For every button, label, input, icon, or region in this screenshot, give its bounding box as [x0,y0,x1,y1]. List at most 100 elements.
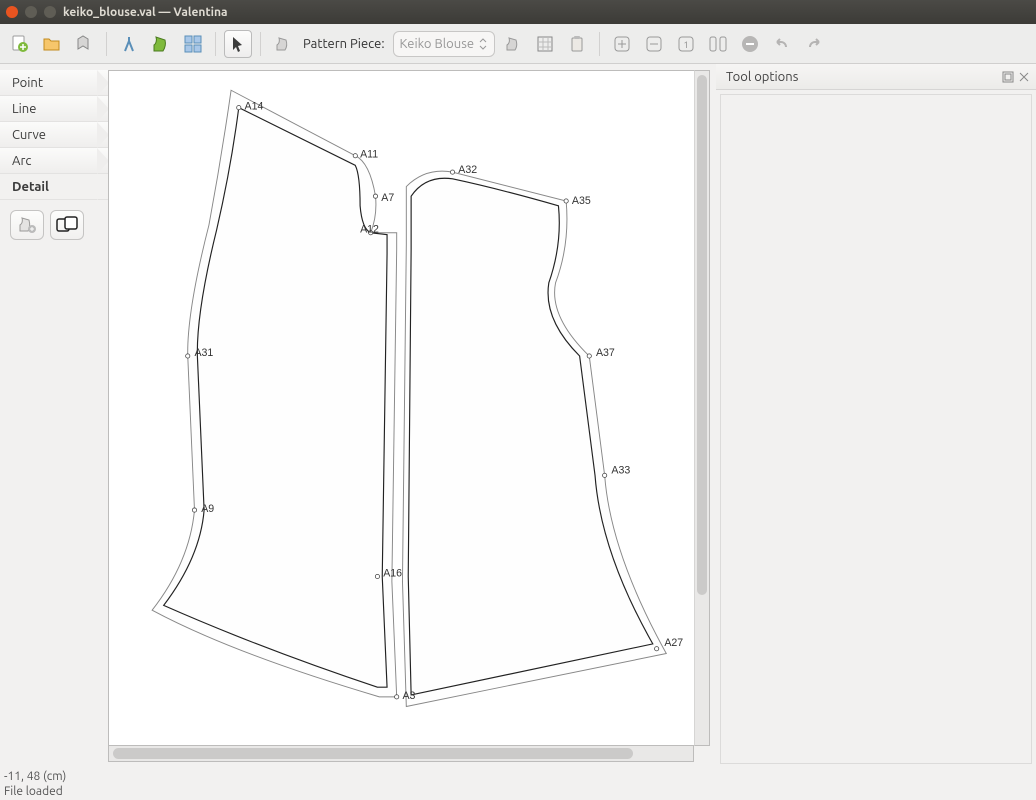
spinner-arrows-icon [478,38,488,50]
layout-grid-icon [183,34,203,54]
detail-tools [0,200,108,240]
pattern-piece-value: Keiko Blouse [400,37,474,51]
horizontal-scroll-thumb[interactable] [113,748,633,759]
pattern-point-a35[interactable] [564,199,568,203]
draw-mode-button[interactable] [115,30,143,58]
drawing-canvas[interactable]: A14A11A7A12A31A9A16A3A32A35A37A33A27 [108,70,694,746]
zoom-original-button[interactable]: 1 [672,30,700,58]
status-coords: -11, 48 (cm) [4,769,1036,784]
toolbar-separator [260,32,261,56]
pattern-point-label-a32: A32 [458,164,477,176]
tool-options-header: Tool options [716,64,1036,90]
pattern-point-a16[interactable] [375,574,379,578]
pattern-point-a32[interactable] [450,170,454,174]
toolbar-separator [599,32,600,56]
minus-box-icon [646,36,662,52]
redo-icon [805,35,823,53]
pattern-point-label-a7: A7 [381,192,394,204]
clipboard-button[interactable] [563,30,591,58]
detail-mode-button[interactable] [147,30,175,58]
undo-button[interactable] [768,30,796,58]
pattern-point-label-a3: A3 [402,690,415,702]
pattern-point-a14[interactable] [237,105,241,109]
titlebar: keiko_blouse.val — Valentina [0,0,1036,24]
union-icon [56,216,78,234]
piece-add-icon [274,35,292,53]
save-icon [74,34,94,54]
pattern-point-a31[interactable] [186,354,190,358]
clipboard-icon [568,35,586,53]
pattern-point-label-a31: A31 [194,347,213,359]
cursor-icon [229,35,247,53]
union-tool[interactable] [50,210,84,240]
pattern-point-label-a35: A35 [572,195,591,207]
status-message: File loaded [4,784,1036,799]
seam-allowance-tool[interactable] [10,210,44,240]
sidebar-tab-point[interactable]: Point [0,70,108,96]
zoom-fit-button[interactable] [704,30,732,58]
save-file-button[interactable] [70,30,98,58]
window-close-button[interactable] [6,6,18,18]
sidebar-tab-detail[interactable]: Detail [0,174,108,200]
vertical-scrollbar[interactable] [694,70,710,746]
window-maximize-button[interactable] [44,6,56,18]
pattern-point-label-a14: A14 [245,101,264,113]
pointer-tool-button[interactable] [224,30,252,58]
pattern-point-label-a33: A33 [611,464,630,476]
horizontal-scrollbar[interactable] [108,746,694,762]
config-piece-button[interactable] [499,30,527,58]
open-file-button[interactable] [38,30,66,58]
svg-text:1: 1 [683,40,688,50]
canvas-wrap: A14A11A7A12A31A9A16A3A32A35A37A33A27 [108,64,716,768]
table-icon [536,35,554,53]
sidebar-tab-line[interactable]: Line [0,96,108,122]
pattern-point-label-a16: A16 [383,568,402,580]
sidebar-tab-arc[interactable]: Arc [0,148,108,174]
zoom-in-button[interactable] [608,30,636,58]
pattern-piece-label: Pattern Piece: [303,37,385,51]
zoom-out-button[interactable] [640,30,668,58]
one-box-icon: 1 [678,36,694,52]
sidebar-tab-curve[interactable]: Curve [0,122,108,148]
piece-gear-icon [504,35,522,53]
table-button[interactable] [531,30,559,58]
pattern-piece-icon [151,34,171,54]
pattern-point-a33[interactable] [603,473,607,477]
plus-box-icon [614,36,630,52]
tool-sidebar: PointLineCurveArcDetail [0,64,108,768]
status-bar: -11, 48 (cm) File loaded [0,768,1036,800]
tool-options-body [720,94,1032,764]
pattern-point-label-a37: A37 [596,347,615,359]
main-area: PointLineCurveArcDetail [0,64,1036,768]
tool-options-panel: Tool options [716,64,1036,768]
fit-icon [709,36,727,52]
window-title: keiko_blouse.val — Valentina [63,6,227,19]
folder-open-icon [42,34,62,54]
pattern-point-a27[interactable] [655,647,659,651]
tool-options-title: Tool options [726,70,798,84]
vertical-scroll-thumb[interactable] [697,75,707,595]
piece-plus-icon [17,216,37,234]
undo-icon [773,35,791,53]
window-minimize-button[interactable] [25,6,37,18]
pattern-point-a37[interactable] [587,354,591,358]
pattern-point-a7[interactable] [373,194,377,198]
pattern-point-a3[interactable] [395,695,399,699]
new-pattern-piece-button[interactable] [269,30,297,58]
document-plus-icon [10,34,30,54]
toolbar-separator [106,32,107,56]
pattern-point-label-a11: A11 [360,149,378,161]
close-panel-icon[interactable] [1018,71,1030,83]
pattern-point-a9[interactable] [192,508,196,512]
main-toolbar: Pattern Piece: Keiko Blouse 1 [0,24,1036,64]
stop-button[interactable] [736,30,764,58]
toolbar-separator [215,32,216,56]
new-file-button[interactable] [6,30,34,58]
compass-icon [119,34,139,54]
pattern-point-label-a9: A9 [201,503,214,515]
pattern-point-a11[interactable] [353,154,357,158]
layout-mode-button[interactable] [179,30,207,58]
undock-icon[interactable] [1002,71,1014,83]
redo-button[interactable] [800,30,828,58]
pattern-piece-selector[interactable]: Keiko Blouse [393,31,495,57]
